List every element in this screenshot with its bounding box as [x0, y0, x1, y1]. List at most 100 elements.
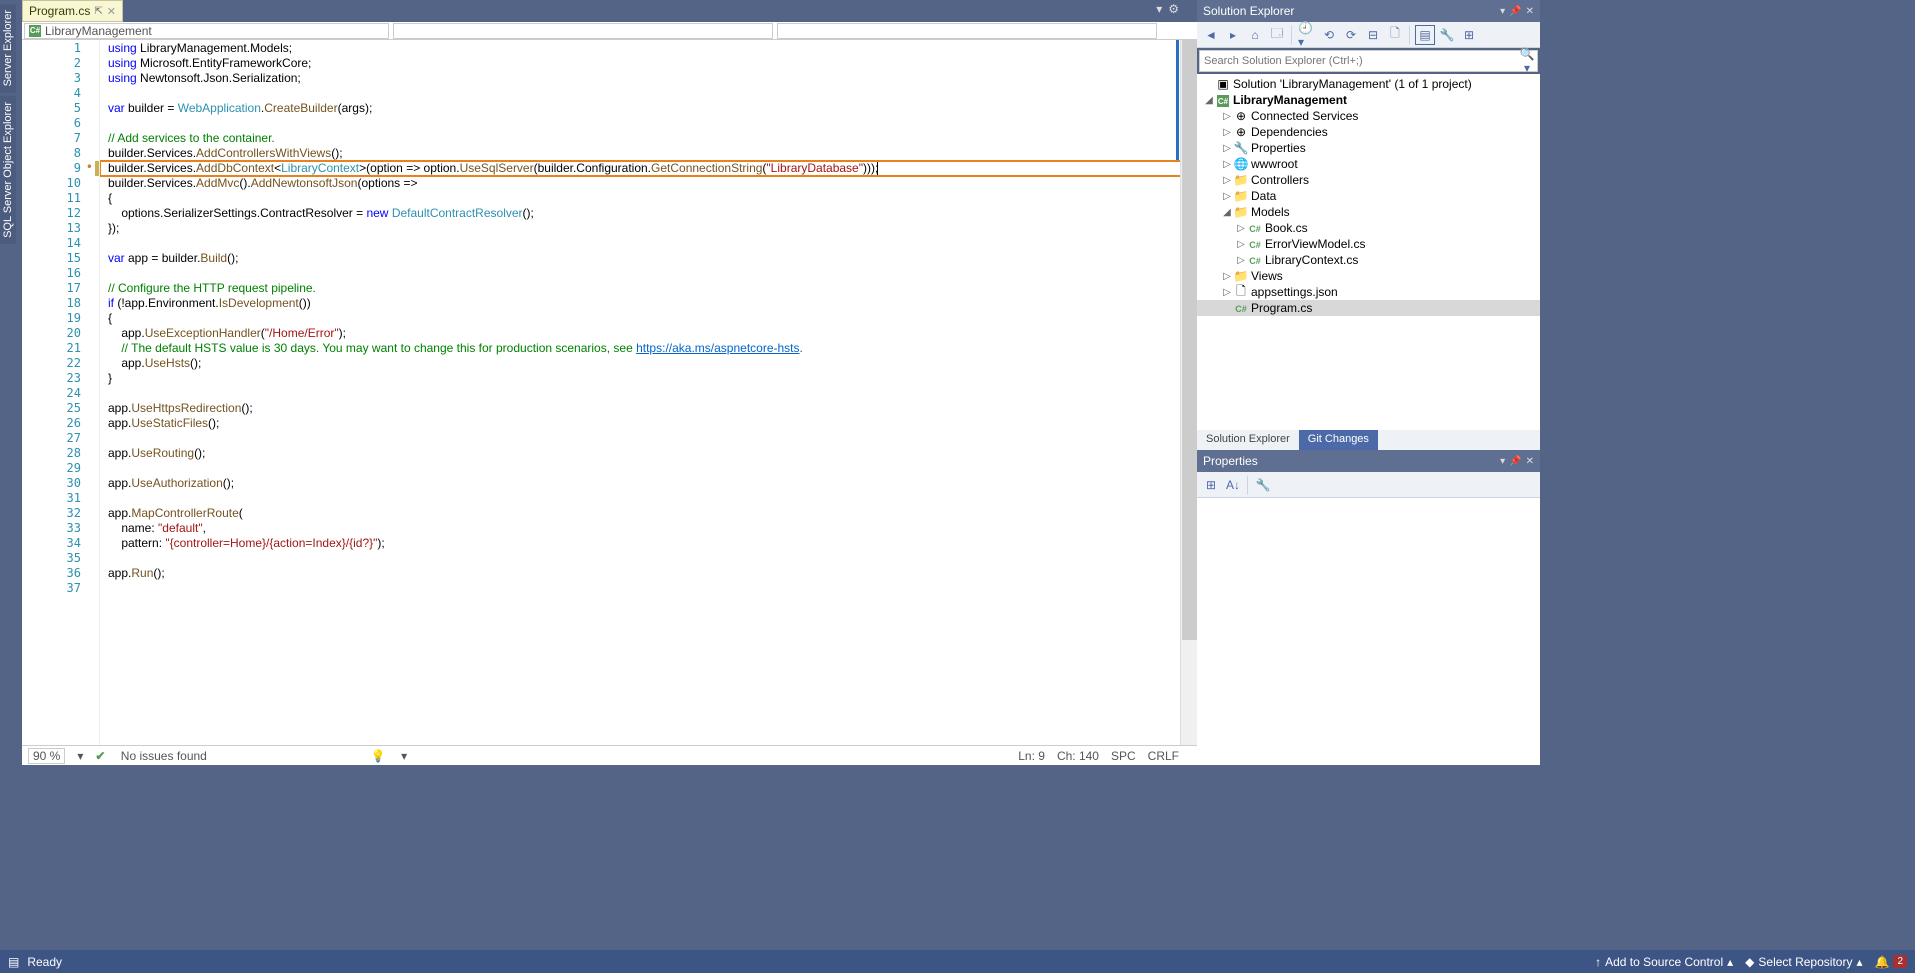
- tab-solution-explorer[interactable]: Solution Explorer: [1197, 430, 1299, 450]
- code-line[interactable]: // Add services to the container.: [100, 131, 1197, 146]
- code-line[interactable]: app.Run();: [100, 566, 1197, 581]
- code-line[interactable]: options.SerializerSettings.ContractResol…: [100, 206, 1197, 221]
- code-line[interactable]: [100, 236, 1197, 251]
- code-line[interactable]: if (!app.Environment.IsDevelopment()): [100, 296, 1197, 311]
- autohide-pin-icon[interactable]: 📌: [1509, 456, 1521, 467]
- code-line[interactable]: app.MapControllerRoute(: [100, 506, 1197, 521]
- member-dropdown[interactable]: [777, 23, 1157, 39]
- scrollbar-thumb[interactable]: [1182, 40, 1197, 640]
- indent-indicator[interactable]: SPC: [1111, 749, 1136, 763]
- tree-node[interactable]: ▷⊕Dependencies: [1197, 124, 1540, 140]
- code-line[interactable]: using Newtonsoft.Json.Serialization;: [100, 71, 1197, 86]
- select-repository[interactable]: ◆ Select Repository ▴: [1745, 955, 1862, 969]
- expand-icon[interactable]: ▷: [1221, 111, 1233, 122]
- close-panel-icon[interactable]: ✕: [1526, 6, 1534, 17]
- codelens-icon[interactable]: 💡 ▾: [371, 749, 407, 763]
- notifications-bell[interactable]: 🔔2: [1874, 955, 1907, 969]
- code-line[interactable]: [100, 116, 1197, 131]
- tree-node[interactable]: ▷📁Controllers: [1197, 172, 1540, 188]
- line-ending-indicator[interactable]: CRLF: [1148, 749, 1179, 763]
- issues-text[interactable]: No issues found: [121, 749, 207, 763]
- code-line[interactable]: [100, 461, 1197, 476]
- code-line[interactable]: app.UseRouting();: [100, 446, 1197, 461]
- code-line[interactable]: [100, 431, 1197, 446]
- code-line[interactable]: app.UseAuthorization();: [100, 476, 1197, 491]
- code-editor[interactable]: using LibraryManagement.Models;using Mic…: [100, 40, 1197, 745]
- code-line[interactable]: // Configure the HTTP request pipeline.: [100, 281, 1197, 296]
- add-to-source-control[interactable]: ↑ Add to Source Control ▴: [1595, 955, 1733, 969]
- switch-views-icon[interactable]: 🗔: [1267, 25, 1287, 45]
- code-line[interactable]: });: [100, 221, 1197, 236]
- properties-titlebar[interactable]: Properties ▾ 📌 ✕: [1197, 450, 1540, 472]
- code-line[interactable]: [100, 551, 1197, 566]
- code-line[interactable]: builder.Services.AddMvc().AddNewtonsoftJ…: [100, 176, 1197, 191]
- expand-icon[interactable]: ▷: [1235, 239, 1247, 250]
- pending-changes-filter-icon[interactable]: 🕘▾: [1297, 25, 1317, 45]
- expand-icon[interactable]: ▷: [1221, 143, 1233, 154]
- home-icon[interactable]: ⌂: [1245, 25, 1265, 45]
- tab-git-changes[interactable]: Git Changes: [1299, 430, 1378, 450]
- close-panel-icon[interactable]: ✕: [1526, 456, 1534, 467]
- tree-node[interactable]: ◢📁Models: [1197, 204, 1540, 220]
- code-line[interactable]: {: [100, 191, 1197, 206]
- solution-explorer-search[interactable]: 🔍▾: [1199, 50, 1538, 72]
- code-line[interactable]: [100, 86, 1197, 101]
- code-line[interactable]: }: [100, 371, 1197, 386]
- type-dropdown[interactable]: [393, 23, 773, 39]
- show-all-files-icon[interactable]: 🗋: [1385, 25, 1405, 45]
- tree-node[interactable]: C#Program.cs: [1197, 300, 1540, 316]
- view-nesting-icon[interactable]: ⊞: [1459, 25, 1479, 45]
- search-icon[interactable]: 🔍▾: [1517, 47, 1537, 75]
- code-line[interactable]: [100, 266, 1197, 281]
- code-line[interactable]: using LibraryManagement.Models;: [100, 41, 1197, 56]
- code-line[interactable]: app.UseExceptionHandler("/Home/Error");: [100, 326, 1197, 341]
- back-icon[interactable]: ◄: [1201, 25, 1221, 45]
- code-line[interactable]: name: "default",: [100, 521, 1197, 536]
- forward-icon[interactable]: ▸: [1223, 25, 1243, 45]
- code-line[interactable]: pattern: "{controller=Home}/{action=Inde…: [100, 536, 1197, 551]
- code-line[interactable]: [100, 491, 1197, 506]
- tab-program-cs[interactable]: Program.cs ⇱ ✕: [22, 0, 123, 22]
- properties-icon[interactable]: 🔧: [1437, 25, 1457, 45]
- tree-node[interactable]: ▣Solution 'LibraryManagement' (1 of 1 pr…: [1197, 76, 1540, 92]
- vertical-scrollbar[interactable]: [1180, 40, 1197, 745]
- solution-tree[interactable]: ▣Solution 'LibraryManagement' (1 of 1 pr…: [1197, 74, 1540, 430]
- tree-node[interactable]: ▷🔧Properties: [1197, 140, 1540, 156]
- code-line[interactable]: [100, 581, 1197, 596]
- window-position-icon[interactable]: ▾: [1500, 456, 1505, 467]
- tree-node[interactable]: ▷C#ErrorViewModel.cs: [1197, 236, 1540, 252]
- tree-node[interactable]: ▷C#Book.cs: [1197, 220, 1540, 236]
- expand-icon[interactable]: ▷: [1235, 223, 1247, 234]
- zoom-level[interactable]: 90 %: [28, 748, 65, 764]
- code-line[interactable]: builder.Services.AddDbContext<LibraryCon…: [100, 161, 1197, 176]
- window-options-gear-icon[interactable]: ⚙: [1168, 2, 1179, 16]
- properties-grid[interactable]: [1197, 498, 1540, 767]
- expand-icon[interactable]: ▷: [1221, 287, 1233, 298]
- sync-active-doc-icon[interactable]: ⟲: [1319, 25, 1339, 45]
- expand-icon[interactable]: ◢: [1221, 207, 1233, 218]
- sql-server-object-explorer-tab[interactable]: SQL Server Object Explorer: [0, 96, 16, 244]
- project-dropdown[interactable]: C#LibraryManagement: [24, 23, 389, 39]
- collapse-all-icon[interactable]: ⊟: [1363, 25, 1383, 45]
- code-line[interactable]: var builder = WebApplication.CreateBuild…: [100, 101, 1197, 116]
- search-input[interactable]: [1200, 55, 1517, 67]
- expand-icon[interactable]: ▷: [1235, 255, 1247, 266]
- tree-node[interactable]: ◢C#LibraryManagement: [1197, 92, 1540, 108]
- tree-node[interactable]: ▷🌐wwwroot: [1197, 156, 1540, 172]
- preview-selected-icon[interactable]: ▤: [1415, 25, 1435, 45]
- code-line[interactable]: {: [100, 311, 1197, 326]
- autohide-pin-icon[interactable]: 📌: [1509, 6, 1521, 17]
- pin-icon[interactable]: ⇱: [94, 6, 102, 17]
- alphabetical-icon[interactable]: A↓: [1223, 475, 1243, 495]
- tree-node[interactable]: ▷C#LibraryContext.cs: [1197, 252, 1540, 268]
- server-explorer-tab[interactable]: Server Explorer: [0, 4, 16, 92]
- char-indicator[interactable]: Ch: 140: [1057, 749, 1099, 763]
- code-line[interactable]: var app = builder.Build();: [100, 251, 1197, 266]
- categorized-icon[interactable]: ⊞: [1201, 475, 1221, 495]
- expand-icon[interactable]: ▷: [1221, 271, 1233, 282]
- issues-dropdown-icon[interactable]: ▾: [77, 749, 83, 763]
- tree-node[interactable]: ▷⊕Connected Services: [1197, 108, 1540, 124]
- tree-node[interactable]: ▷📁Data: [1197, 188, 1540, 204]
- expand-icon[interactable]: ◢: [1203, 95, 1215, 106]
- expand-icon[interactable]: ▷: [1221, 159, 1233, 170]
